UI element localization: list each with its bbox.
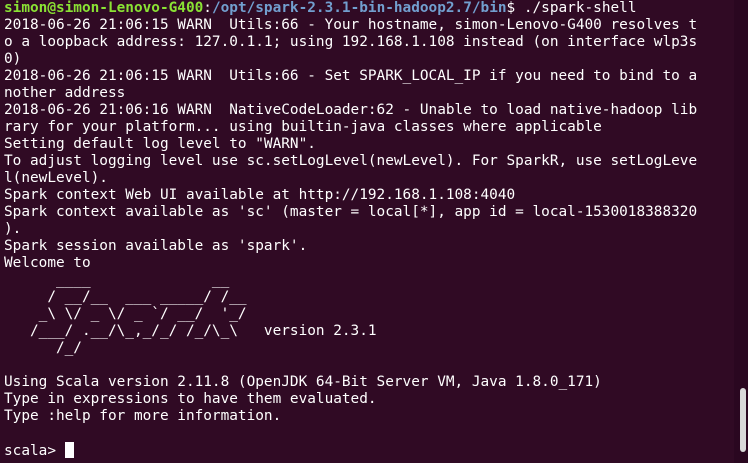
spark-logo-line: /___/ .__/\_,_/_/ /_/\_\ version 2.3.1 bbox=[4, 323, 377, 339]
output-line: 2018-06-26 21:06:15 WARN Utils:66 - Your… bbox=[4, 17, 698, 33]
spark-logo-line: / __/__ ___ _____/ /__ bbox=[4, 289, 247, 305]
prompt-command: ./spark-shell bbox=[523, 0, 637, 16]
output-line: Welcome to bbox=[4, 255, 91, 271]
output-line: 2018-06-26 21:06:16 WARN NativeCodeLoade… bbox=[4, 102, 698, 118]
spark-logo-line: ____ __ bbox=[4, 272, 230, 288]
prompt-symbol: $ bbox=[506, 0, 524, 16]
output-line: nother address bbox=[4, 85, 126, 101]
output-line: rary for your platform... using builtin-… bbox=[4, 119, 602, 135]
prompt-separator: : bbox=[203, 0, 212, 16]
terminal-window[interactable]: simon@simon-Lenovo-G400:/opt/spark-2.3.1… bbox=[0, 0, 734, 463]
output-line: Spark context available as 'sc' (master … bbox=[4, 204, 698, 220]
output-line: Spark session available as 'spark'. bbox=[4, 238, 308, 254]
output-line: o a loopback address: 127.0.1.1; using 1… bbox=[4, 34, 698, 50]
scrollbar-thumb[interactable] bbox=[740, 388, 746, 452]
prompt-path: /opt/spark-2.3.1-bin-hadoop2.7/bin bbox=[211, 0, 507, 16]
output-line: Type :help for more information. bbox=[4, 408, 282, 424]
spark-logo-line: /_/ bbox=[4, 340, 82, 356]
scala-prompt: scala> bbox=[4, 443, 65, 459]
output-line: To adjust logging level use sc.setLogLev… bbox=[4, 153, 698, 169]
text-cursor bbox=[64, 442, 74, 458]
output-line: ). bbox=[4, 221, 22, 237]
output-line: Setting default log level to "WARN". bbox=[4, 136, 316, 152]
output-line: 0) bbox=[4, 51, 22, 67]
scala-prompt-line[interactable]: scala> bbox=[4, 442, 730, 459]
prompt-user-host: simon@simon-Lenovo-G400 bbox=[4, 0, 204, 16]
scrollbar[interactable] bbox=[734, 0, 748, 463]
spark-logo-line: _\ \/ _ \/ _ `/ __/ '_/ bbox=[4, 306, 247, 322]
output-line: Spark context Web UI available at http:/… bbox=[4, 187, 516, 203]
shell-prompt-line: simon@simon-Lenovo-G400:/opt/spark-2.3.1… bbox=[4, 0, 730, 17]
output-line: 2018-06-26 21:06:15 WARN Utils:66 - Set … bbox=[4, 68, 698, 84]
output-line: Using Scala version 2.11.8 (OpenJDK 64-B… bbox=[4, 374, 602, 390]
output-line: Type in expressions to have them evaluat… bbox=[4, 391, 377, 407]
output-line: l(newLevel). bbox=[4, 170, 108, 186]
